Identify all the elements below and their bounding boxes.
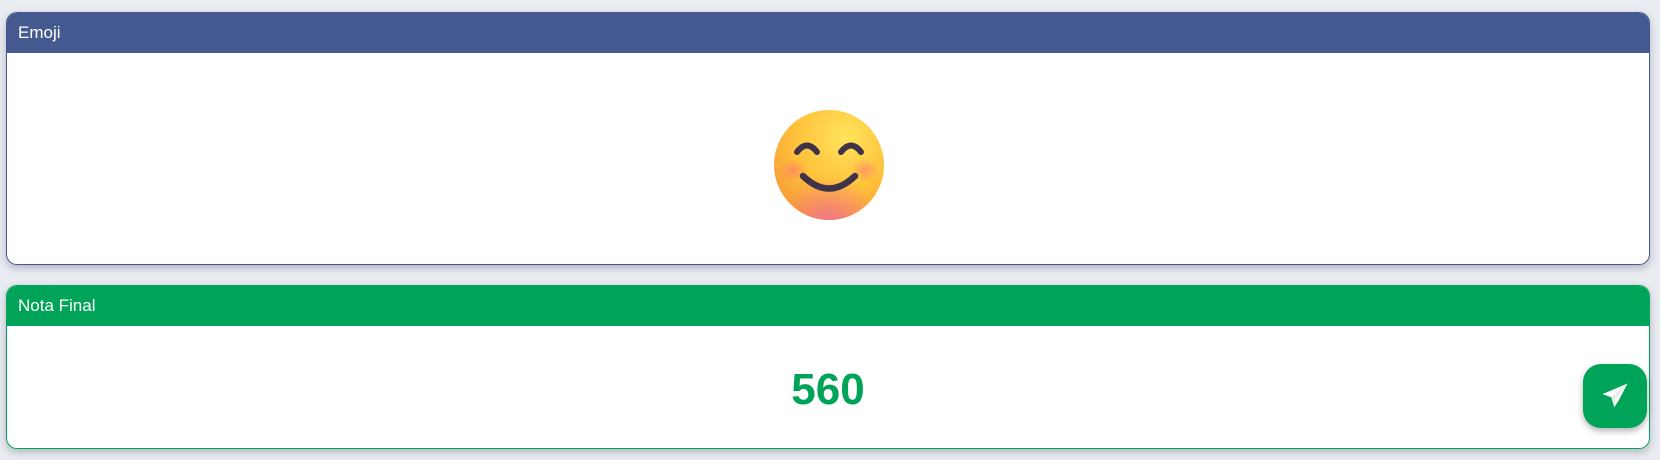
final-grade-panel-body: 560 — [7, 326, 1649, 448]
final-grade-value: 560 — [791, 365, 865, 414]
final-grade-panel-title: Nota Final — [18, 296, 96, 315]
paper-plane-icon — [1602, 383, 1628, 408]
send-button[interactable] — [1583, 364, 1647, 428]
emoji-panel-header: Emoji — [7, 13, 1649, 53]
emoji-panel-body — [7, 53, 1649, 264]
final-grade-panel-header: Nota Final — [7, 286, 1649, 326]
emoji-panel-title: Emoji — [18, 23, 61, 42]
final-grade-panel: Nota Final 560 — [6, 285, 1650, 449]
emoji-panel: Emoji — [6, 12, 1650, 265]
smiling-face-emoji-icon — [774, 110, 884, 220]
page: Emoji Nota Final 560 — [0, 0, 1660, 460]
